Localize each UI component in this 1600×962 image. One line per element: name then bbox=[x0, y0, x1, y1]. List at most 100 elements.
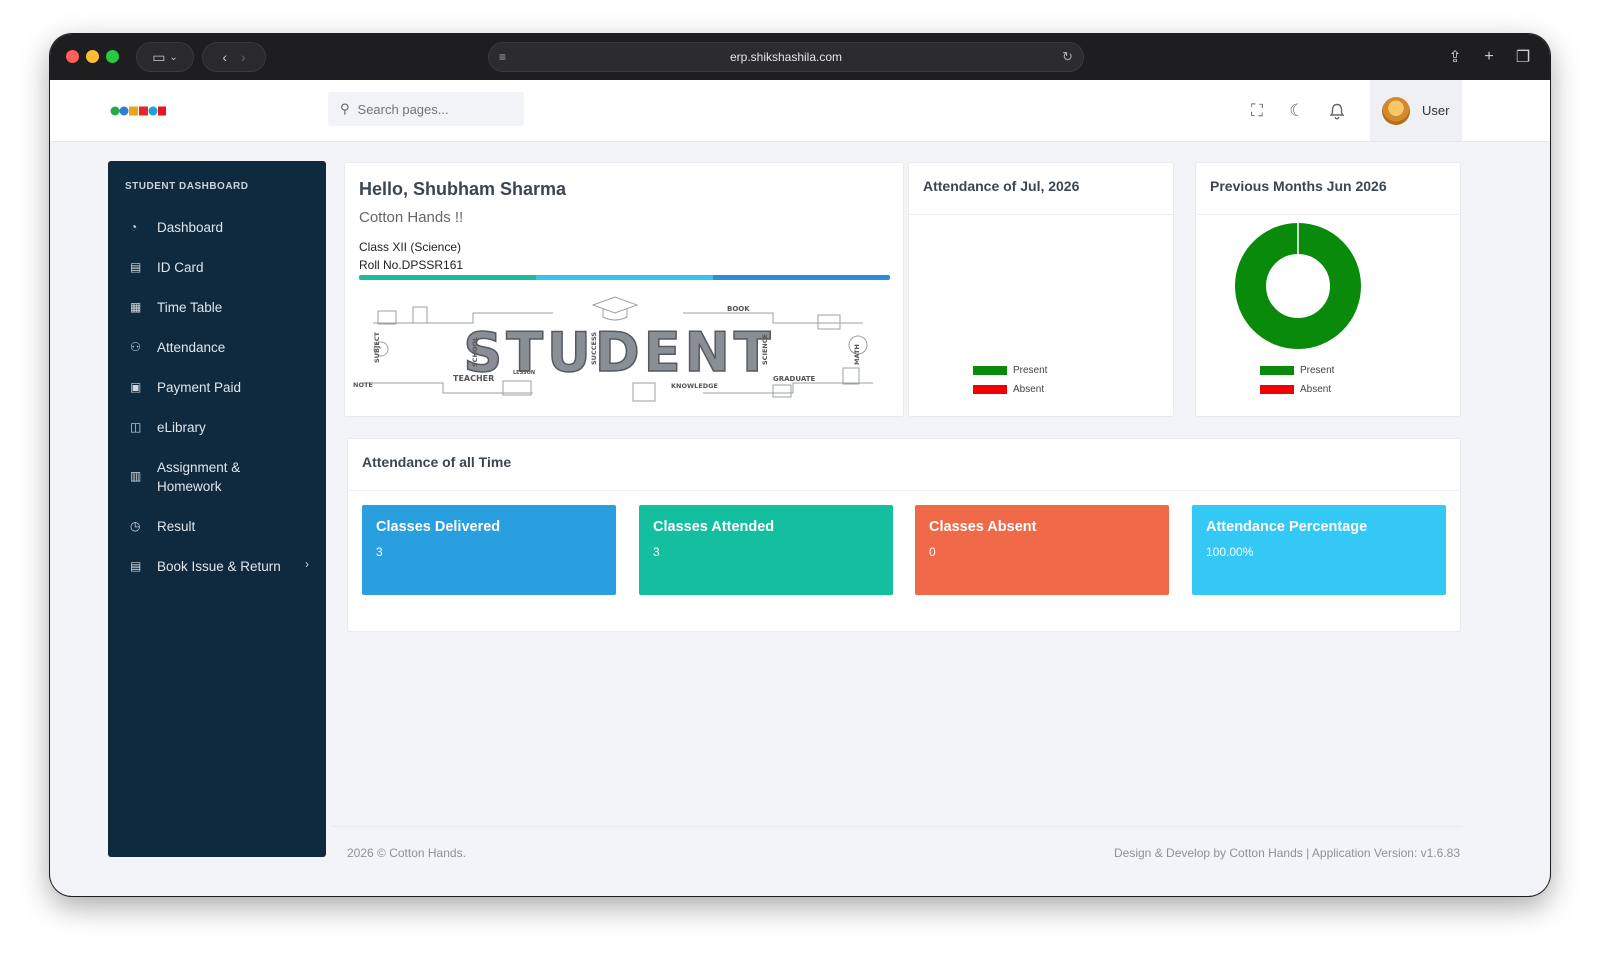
legend-swatch bbox=[973, 385, 1007, 394]
sidebar-item-book-issue-return[interactable]: ▤ Book Issue & Return › bbox=[108, 547, 326, 587]
close-window-button[interactable] bbox=[66, 50, 79, 63]
student-meta: Class XII (Science) Roll No.DPSSR161 bbox=[359, 238, 889, 274]
browser-window: ▭ ⌄ ‹ › ≡ erp.shikshashila.com ↻ ⇪ + ❐ ⚲… bbox=[50, 34, 1550, 896]
attendance-month-title: Attendance of Jul, 2026 bbox=[909, 163, 1173, 215]
book-open-icon: ◫ bbox=[130, 420, 142, 434]
browser-actions: ⇪ + ❐ bbox=[1440, 42, 1538, 72]
stat-title: Classes Absent bbox=[929, 519, 1037, 535]
page-menu-icon[interactable]: ≡ bbox=[499, 50, 506, 64]
banner-tag: NOTE bbox=[353, 381, 373, 389]
legend-swatch bbox=[973, 366, 1007, 375]
user-name: User bbox=[1422, 103, 1450, 118]
sidebar-item-label: Assignment & Homework bbox=[157, 460, 241, 494]
reload-icon[interactable]: ↻ bbox=[1062, 49, 1073, 65]
greeting-subtitle: Cotton Hands !! bbox=[359, 209, 464, 226]
back-arrow-icon[interactable]: ‹ bbox=[222, 49, 227, 65]
previous-month-title: Previous Months Jun 2026 bbox=[1196, 163, 1460, 215]
search-input[interactable] bbox=[357, 101, 498, 117]
url-text: erp.shikshashila.com bbox=[729, 50, 843, 64]
sidebar-item-label: eLibrary bbox=[157, 420, 206, 435]
nav-arrows: ‹ › bbox=[202, 42, 266, 72]
cotton-logo-icon bbox=[110, 106, 166, 116]
maximize-window-button[interactable] bbox=[106, 50, 119, 63]
stat-value: 100.00% bbox=[1206, 545, 1254, 559]
share-icon[interactable]: ⇪ bbox=[1440, 42, 1470, 72]
banner-tag: MATH bbox=[853, 344, 861, 365]
new-tab-icon[interactable]: + bbox=[1474, 42, 1504, 72]
banner-tag: SCHOOL bbox=[471, 337, 479, 367]
id-card-icon: ▤ bbox=[130, 260, 142, 274]
browser-toolbar: ▭ ⌄ ‹ › ≡ erp.shikshashila.com ↻ ⇪ + ❐ bbox=[50, 34, 1550, 80]
sidebar-toggle-button[interactable]: ▭ ⌄ bbox=[136, 42, 194, 72]
calendar-icon: ▦ bbox=[130, 300, 142, 314]
previous-month-card: Previous Months Jun 2026 Present Absent bbox=[1195, 162, 1461, 417]
people-icon: ⚇ bbox=[130, 340, 141, 354]
stat-value: 3 bbox=[376, 545, 383, 559]
stat-value: 0 bbox=[929, 545, 936, 559]
legend-swatch bbox=[1260, 366, 1294, 375]
stat-classes-delivered[interactable]: Classes Delivered 3 bbox=[362, 505, 616, 595]
bell-icon[interactable] bbox=[1326, 100, 1348, 122]
wallet-icon: ▣ bbox=[130, 380, 142, 394]
legend-label: Present bbox=[1300, 365, 1335, 376]
user-menu[interactable]: User bbox=[1370, 80, 1462, 141]
sidebar-item-attendance[interactable]: ⚇ Attendance bbox=[108, 328, 326, 368]
address-bar[interactable]: ≡ erp.shikshashila.com ↻ bbox=[488, 42, 1084, 72]
stat-attendance-percentage[interactable]: Attendance Percentage 100.00% bbox=[1192, 505, 1446, 595]
legend-swatch bbox=[1260, 385, 1294, 394]
footer-credits: Design & Develop by Cotton Hands | Appli… bbox=[1114, 846, 1460, 860]
gauge-icon: ◔ bbox=[130, 220, 138, 234]
stat-classes-attended[interactable]: Classes Attended 3 bbox=[639, 505, 893, 595]
stat-title: Classes Attended bbox=[653, 519, 775, 535]
sidebar-item-result[interactable]: ◷ Result bbox=[108, 507, 326, 547]
progress-segment bbox=[359, 275, 536, 280]
sidebar-item-dashboard[interactable]: ◔ Dashboard bbox=[108, 208, 326, 248]
sidebar-item-label: Attendance bbox=[157, 340, 226, 355]
sidebar-item-assignment-homework[interactable]: ▥ Assignment & Homework bbox=[108, 448, 326, 507]
progress-segment bbox=[713, 275, 890, 280]
legend-item-present[interactable]: Present bbox=[1260, 361, 1334, 380]
sidebar-item-time-table[interactable]: ▦ Time Table bbox=[108, 288, 326, 328]
stat-classes-absent[interactable]: Classes Absent 0 bbox=[915, 505, 1169, 595]
forward-arrow-icon[interactable]: › bbox=[241, 49, 246, 65]
tab-overview-icon[interactable]: ❐ bbox=[1508, 42, 1538, 72]
chevron-down-icon: ⌄ bbox=[169, 51, 178, 63]
minimize-window-button[interactable] bbox=[86, 50, 99, 63]
logo[interactable] bbox=[110, 104, 166, 118]
sidebar-item-payment-paid[interactable]: ▣ Payment Paid bbox=[108, 368, 326, 408]
moon-icon[interactable]: ☾ bbox=[1286, 100, 1308, 122]
banner-tag: TEACHER bbox=[453, 374, 494, 383]
banner-tag: SUCCESS bbox=[590, 332, 598, 365]
progress-segment bbox=[536, 275, 713, 280]
search-box[interactable]: ⚲ bbox=[328, 92, 524, 126]
sidebar: STUDENT DASHBOARD ◔ Dashboard ▤ ID Card … bbox=[108, 161, 326, 857]
legend-label: Present bbox=[1013, 365, 1048, 376]
avatar bbox=[1382, 96, 1410, 125]
welcome-card: Hello, Shubham Sharma Cotton Hands !! Cl… bbox=[344, 162, 904, 417]
progress-bar bbox=[359, 275, 890, 280]
search-icon: ⚲ bbox=[340, 101, 350, 116]
banner-tag: LESSON bbox=[513, 370, 535, 376]
sidebar-item-label: ID Card bbox=[157, 260, 204, 275]
attendance-month-legend: Present Absent bbox=[973, 361, 1047, 399]
stat-title: Classes Delivered bbox=[376, 519, 501, 535]
banner-tag: BOOK bbox=[727, 305, 750, 313]
sidebar-panel-icon: ▭ bbox=[152, 48, 166, 65]
sidebar-item-label: Payment Paid bbox=[157, 380, 242, 395]
student-banner-illustration: STUDENT SUBJECT SCHOOL SUCCESS SCIENCE M… bbox=[353, 296, 873, 402]
previous-month-donut-chart bbox=[1235, 223, 1361, 349]
legend-item-present[interactable]: Present bbox=[973, 361, 1047, 380]
attendance-all-time-card: Attendance of all Time Classes Delivered… bbox=[347, 438, 1461, 632]
student-roll: Roll No.DPSSR161 bbox=[359, 258, 464, 272]
attendance-month-card: Attendance of Jul, 2026 Present Absent bbox=[908, 162, 1174, 417]
sidebar-item-elibrary[interactable]: ◫ eLibrary bbox=[108, 408, 326, 448]
legend-label: Absent bbox=[1300, 384, 1332, 395]
sidebar-item-id-card[interactable]: ▤ ID Card bbox=[108, 248, 326, 288]
previous-month-legend: Present Absent bbox=[1260, 361, 1334, 399]
stat-title: Attendance Percentage bbox=[1206, 519, 1368, 535]
attendance-all-time-title: Attendance of all Time bbox=[348, 439, 1460, 491]
fullscreen-icon[interactable]: ⛶ bbox=[1246, 100, 1268, 122]
legend-item-absent[interactable]: Absent bbox=[973, 380, 1047, 399]
app-header: ⚲ ⛶ ☾ User bbox=[50, 80, 1550, 142]
legend-item-absent[interactable]: Absent bbox=[1260, 380, 1334, 399]
